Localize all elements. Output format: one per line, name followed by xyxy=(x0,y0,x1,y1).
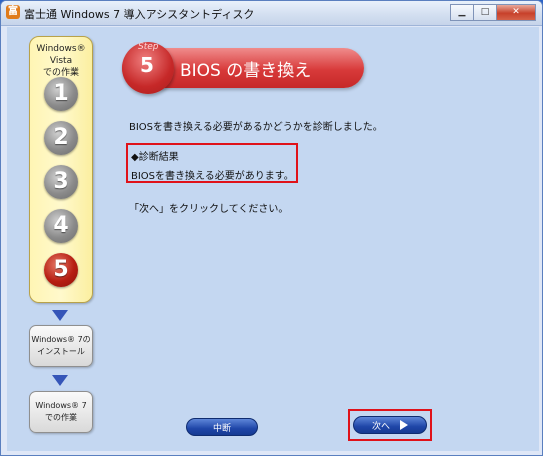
instruction-text: 「次へ」をクリックしてください。 xyxy=(129,204,289,215)
banner-step-word: Step xyxy=(138,42,159,52)
step-3-indicator: 3 xyxy=(44,165,78,199)
result-text: BIOSを書き換える必要があります。 xyxy=(131,171,294,182)
vista-work-box: Windows® 7 での作業 xyxy=(29,391,93,433)
title-bar[interactable]: 富 富士通 Windows 7 導入アシスタントディスク ▁ □ ✕ xyxy=(1,1,542,26)
page-title: BIOS の書き換え xyxy=(180,61,312,81)
install-step-box: Windows® 7の インストール xyxy=(29,325,93,367)
step-4-indicator: 4 xyxy=(44,209,78,243)
intro-text: BIOSを書き換える必要があるかどうかを診断しました。 xyxy=(129,122,383,133)
next-button[interactable]: 次へ xyxy=(353,416,427,434)
abort-button[interactable]: 中断 xyxy=(186,418,258,436)
window-title: 富士通 Windows 7 導入アシスタントディスク xyxy=(24,8,255,21)
app-window: 富 富士通 Windows 7 導入アシスタントディスク ▁ □ ✕ Windo… xyxy=(0,0,543,456)
client-area: Windows® Vista での作業 1 2 3 4 5 Windows® 7… xyxy=(7,27,539,451)
step-2-indicator: 2 xyxy=(44,121,78,155)
app-icon: 富 xyxy=(6,5,20,19)
banner-step-number: 5 xyxy=(140,53,154,77)
minimize-button[interactable]: ▁ xyxy=(450,4,474,21)
close-button[interactable]: ✕ xyxy=(496,4,536,21)
step-5-indicator: 5 xyxy=(44,253,78,287)
arrow-down-icon xyxy=(52,375,68,386)
next-button-label: 次へ xyxy=(371,421,390,432)
window-controls: ▁ □ ✕ xyxy=(450,4,536,21)
steps-panel-header: Windows® Vista での作業 xyxy=(36,44,86,78)
steps-panel: Windows® Vista での作業 1 2 3 4 5 xyxy=(29,36,93,303)
arrow-down-icon xyxy=(52,310,68,321)
step-banner: Step 5 BIOS の書き換え xyxy=(122,42,364,94)
step-1-indicator: 1 xyxy=(44,77,78,111)
maximize-button[interactable]: □ xyxy=(473,4,497,21)
play-arrow-icon xyxy=(400,420,408,430)
result-heading: ◆診断結果 xyxy=(131,152,179,163)
banner-step-badge: Step 5 xyxy=(122,42,174,94)
